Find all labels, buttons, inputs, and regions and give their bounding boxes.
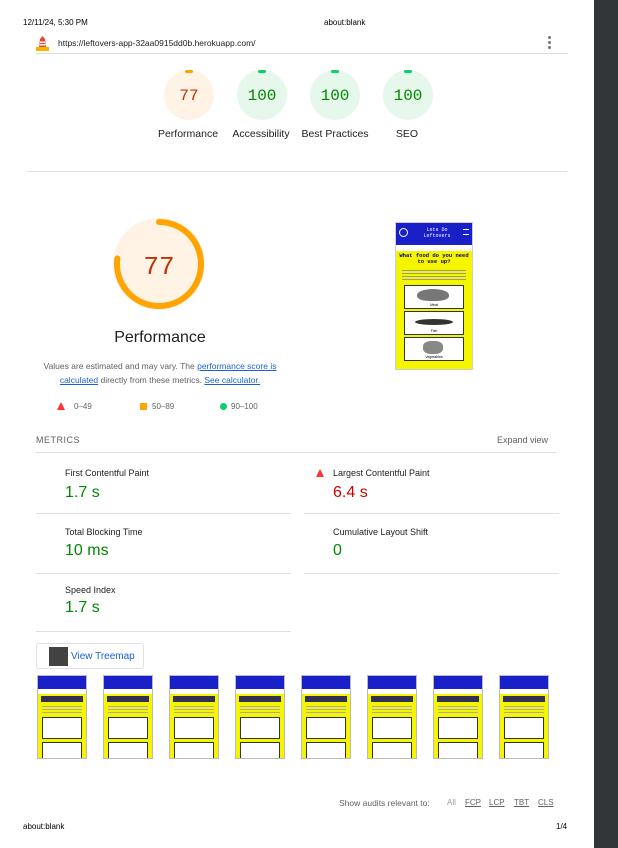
metric-speed-index: Speed Index 1.7 s: [36, 574, 291, 632]
gauge-circle: 100: [237, 70, 287, 120]
section-divider: [27, 171, 567, 172]
screenshot-paragraph: [402, 268, 466, 282]
report-page: 12/11/24, 5:30 PM about:blank https://le…: [0, 0, 594, 848]
gauge-label-performance: Performance: [157, 128, 219, 140]
filmstrip-frame: [37, 675, 87, 759]
screenshot-item: Fish: [404, 311, 464, 335]
screenshot-item: Vegetables: [404, 337, 464, 361]
screenshot-navbar: Lets Do Leftovers: [396, 223, 472, 245]
desc-prefix: Values are estimated and may vary. The: [43, 361, 198, 371]
screenshot-question: What food do you need to use up?: [399, 252, 469, 265]
lighthouse-icon: [36, 36, 49, 51]
metric-lcp: Largest Contentful Paint 6.4 s: [304, 458, 559, 514]
gauge-label-seo: SEO: [395, 128, 419, 140]
metric-title: Total Blocking Time: [65, 527, 143, 537]
metric-tbt: Total Blocking Time 10 ms: [36, 516, 291, 574]
final-screenshot: Lets Do Leftovers What food do you need …: [395, 222, 473, 370]
view-treemap-button[interactable]: View Treemap: [36, 643, 144, 669]
filmstrip-frame: [169, 675, 219, 759]
screenshot-item: Meat: [404, 285, 464, 309]
desc-mid: directly from these metrics.: [98, 375, 205, 385]
expand-view-toggle[interactable]: Expand view: [478, 435, 548, 445]
audit-filter-cls[interactable]: CLS: [538, 798, 554, 807]
legend-pass: 90–100: [231, 402, 258, 411]
metrics-heading: METRICS: [36, 435, 80, 445]
metric-title: Speed Index: [65, 585, 116, 595]
gauge-circle: 100: [310, 70, 360, 120]
report-url-bar: https://leftovers-app-32aa0915dd0b.herok…: [36, 32, 568, 54]
report-url[interactable]: https://leftovers-app-32aa0915dd0b.herok…: [58, 38, 256, 48]
print-page-number: 1/4: [556, 822, 568, 831]
gauge-label-best-practices: Best Practices: [301, 128, 369, 140]
legend-fail: 0–49: [74, 402, 92, 411]
metric-value: 10 ms: [65, 542, 109, 559]
gauge-score: 77: [179, 87, 199, 105]
metric-cls: Cumulative Layout Shift 0: [304, 516, 559, 574]
treemap-icon: [49, 647, 68, 666]
see-calculator-link[interactable]: See calculator.: [204, 375, 260, 385]
gauge-arc: [185, 70, 193, 73]
screenshot-logo-icon: [399, 228, 408, 237]
screenshot-brand: Lets Do Leftovers: [423, 227, 451, 239]
performance-title: Performance: [114, 329, 206, 346]
big-gauge-score: 77: [143, 252, 174, 282]
metric-title: Cumulative Layout Shift: [333, 527, 429, 537]
average-square-icon: [140, 403, 147, 410]
gauge-circle: 77: [164, 70, 214, 120]
audit-filter-lcp[interactable]: LCP: [489, 798, 505, 807]
metric-title: First Contentful Paint: [65, 468, 150, 478]
filmstrip-frame: [499, 675, 549, 759]
gauge-score: 100: [393, 87, 423, 105]
filmstrip-frame: [367, 675, 417, 759]
more-options-icon[interactable]: [548, 36, 552, 50]
gauge-arc: [331, 70, 339, 73]
metric-title: Largest Contentful Paint: [333, 468, 430, 478]
performance-description: Values are estimated and may vary. The p…: [36, 359, 284, 387]
print-footer-url: about:blank: [23, 822, 65, 831]
performance-big-gauge: 77: [113, 218, 205, 310]
gauge-arc: [404, 70, 412, 73]
audit-filter-all[interactable]: All: [447, 798, 456, 807]
gauge-score: 100: [320, 87, 350, 105]
gauge-circle: 100: [383, 70, 433, 120]
metric-value: 6.4 s: [333, 484, 368, 501]
print-title: about:blank: [324, 18, 366, 27]
screenshot-menu-icon: [463, 229, 469, 235]
metric-value: 1.7 s: [65, 484, 100, 501]
treemap-label: View Treemap: [71, 651, 135, 662]
legend-average: 50–89: [152, 402, 175, 411]
metrics-divider: [36, 452, 556, 453]
fail-triangle-icon: [316, 469, 324, 477]
pass-circle-icon: [220, 403, 227, 410]
metric-value: 0: [333, 542, 342, 559]
gauge-arc: [258, 70, 266, 73]
filmstrip-frame: [301, 675, 351, 759]
metric-fcp: First Contentful Paint 1.7 s: [36, 458, 291, 514]
filmstrip-frame: [433, 675, 483, 759]
print-datetime: 12/11/24, 5:30 PM: [23, 18, 88, 27]
audit-filter-tbt[interactable]: TBT: [514, 798, 529, 807]
filmstrip-frame: [235, 675, 285, 759]
metric-value: 1.7 s: [65, 599, 100, 616]
filmstrip: [37, 675, 557, 761]
fail-triangle-icon: [57, 402, 65, 410]
filmstrip-frame: [103, 675, 153, 759]
gauge-label-accessibility: Accessibility: [232, 128, 290, 140]
audit-filter-fcp[interactable]: FCP: [465, 798, 481, 807]
audit-filter-label: Show audits relevant to:: [339, 798, 430, 808]
gauge-score: 100: [247, 87, 277, 105]
